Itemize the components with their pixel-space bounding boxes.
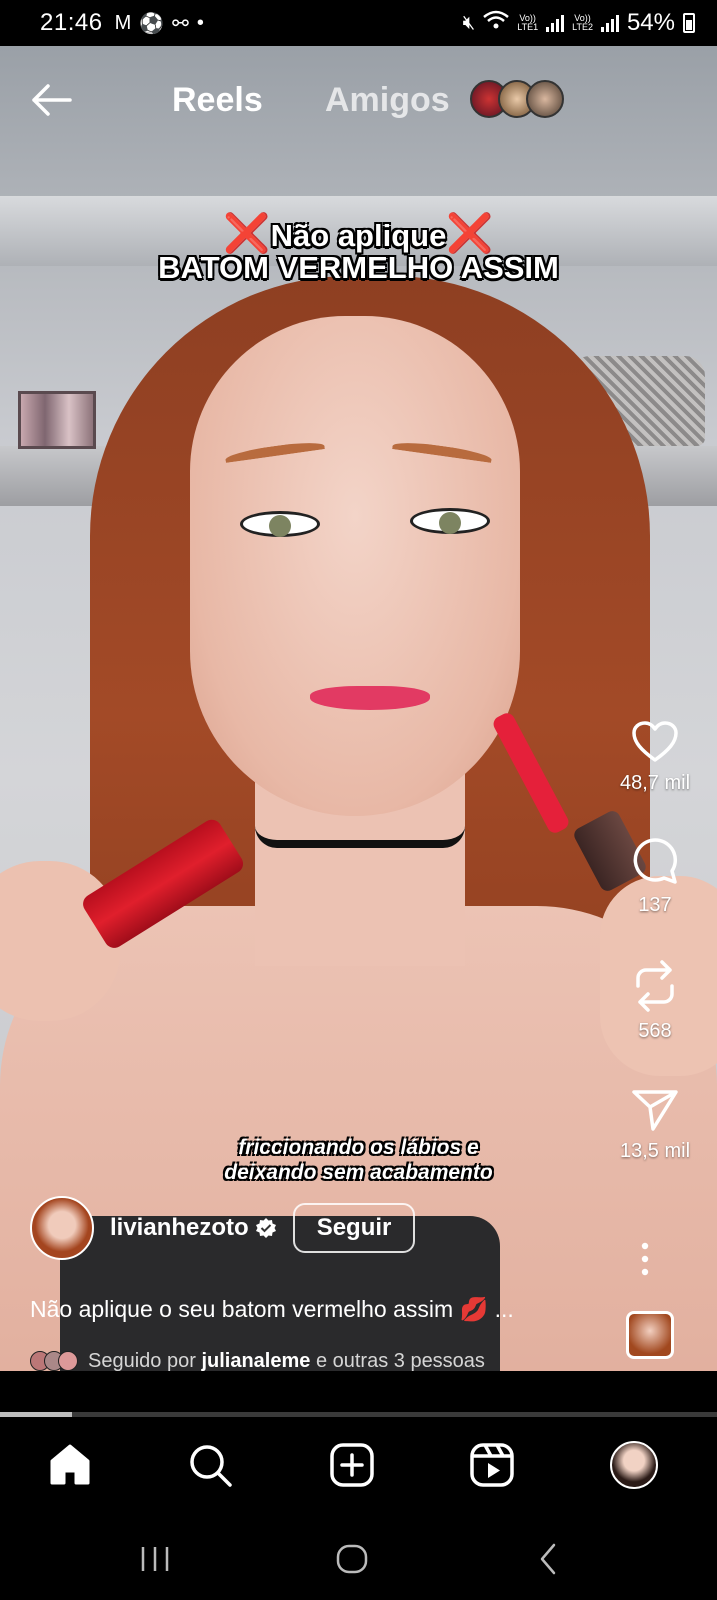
wifi-icon bbox=[483, 10, 510, 36]
cross-mark-icon: ❌ bbox=[446, 213, 494, 255]
nav-reels[interactable] bbox=[468, 1441, 516, 1489]
verified-badge-icon bbox=[255, 1218, 276, 1238]
system-icons: 🔇︎ Vo)) LTE1 Vo)) LTE2 54% bbox=[463, 9, 695, 37]
more-options-button[interactable] bbox=[640, 1242, 650, 1276]
followed-by[interactable]: Seguido por julianaleme e outras 3 pesso… bbox=[30, 1348, 485, 1374]
system-navigation-bar bbox=[0, 1517, 717, 1600]
repost-button[interactable]: 568 bbox=[605, 960, 705, 1043]
cross-mark-icon: ❌ bbox=[223, 213, 271, 255]
nav-search[interactable] bbox=[186, 1441, 234, 1489]
eyeshadow-palette bbox=[18, 391, 96, 449]
voicemail-icon: ⚯ bbox=[172, 12, 189, 35]
notification-icons: M ⚽ ⚯ • bbox=[115, 11, 204, 36]
status-bar: 21:46 M ⚽ ⚯ • 🔇︎ Vo)) LTE1 Vo)) LTE2 54% bbox=[0, 0, 717, 46]
repost-count: 568 bbox=[638, 1020, 672, 1042]
more-vertical-icon bbox=[641, 1242, 649, 1276]
reels-header: Reels Amigos bbox=[0, 80, 717, 120]
clock: 21:46 bbox=[40, 9, 103, 36]
signal-1-icon bbox=[546, 14, 565, 32]
gmail-icon: M bbox=[114, 11, 132, 34]
heart-icon bbox=[632, 721, 678, 762]
friend-avatar bbox=[526, 80, 564, 118]
followed-by-text: Seguido por julianaleme e outras 3 pesso… bbox=[88, 1349, 485, 1372]
battery-percent: 54% bbox=[626, 9, 675, 36]
dot-icon: • bbox=[196, 11, 204, 34]
author-username[interactable]: livianhezoto bbox=[110, 1214, 249, 1242]
recent-apps-button[interactable] bbox=[138, 1539, 172, 1579]
comment-icon bbox=[633, 838, 678, 884]
chevron-left-icon bbox=[540, 1543, 556, 1575]
video-headline-line2: BATOM VERMELHO ASSIM bbox=[158, 250, 559, 285]
sim2-label: Vo)) LTE2 bbox=[572, 13, 593, 32]
nav-home[interactable] bbox=[46, 1441, 94, 1489]
share-count: 13,5 mil bbox=[619, 1140, 691, 1162]
follow-button[interactable]: Seguir bbox=[292, 1203, 416, 1253]
follower-avatar bbox=[58, 1351, 78, 1371]
search-icon bbox=[190, 1445, 232, 1487]
choker bbox=[255, 826, 465, 848]
bottom-nav bbox=[0, 1417, 717, 1517]
send-icon bbox=[632, 1090, 678, 1131]
repost-icon bbox=[636, 960, 674, 1012]
tab-reels[interactable]: Reels bbox=[172, 80, 263, 120]
nav-profile-avatar[interactable] bbox=[610, 1441, 658, 1489]
tab-amigos[interactable]: Amigos bbox=[325, 80, 450, 120]
like-button[interactable]: 48,7 mil bbox=[605, 720, 705, 795]
eye bbox=[410, 508, 490, 534]
sim1-label: Vo)) LTE1 bbox=[517, 13, 539, 32]
comment-count: 137 bbox=[638, 894, 672, 916]
home-system-button[interactable] bbox=[334, 1539, 370, 1579]
signal-2-icon bbox=[600, 14, 619, 32]
plus-square-icon bbox=[330, 1443, 374, 1487]
audio-thumbnail[interactable] bbox=[626, 1311, 674, 1359]
eye bbox=[240, 511, 320, 537]
post-caption[interactable]: Não aplique o seu batom vermelho assim 💋… bbox=[30, 1296, 514, 1323]
lips bbox=[310, 686, 430, 710]
like-count: 48,7 mil bbox=[619, 772, 691, 794]
battery-icon bbox=[683, 13, 695, 33]
home-icon bbox=[50, 1444, 90, 1485]
soccer-ball-icon: ⚽ bbox=[139, 12, 165, 35]
author-avatar[interactable] bbox=[30, 1196, 94, 1260]
friends-avatars[interactable] bbox=[470, 80, 564, 120]
nav-create[interactable] bbox=[328, 1441, 376, 1489]
reels-icon bbox=[470, 1443, 514, 1487]
mute-icon: 🔇︎ bbox=[462, 11, 476, 34]
share-button[interactable]: 13,5 mil bbox=[605, 1088, 705, 1163]
back-system-button[interactable] bbox=[534, 1539, 564, 1579]
author-row: livianhezoto Seguir bbox=[30, 1196, 416, 1260]
video-subtitle-line2: deixando sem acabamento bbox=[224, 1161, 493, 1184]
arrow-left-icon bbox=[32, 84, 72, 116]
face bbox=[190, 316, 520, 816]
back-button[interactable] bbox=[30, 80, 74, 120]
home-circle-icon bbox=[336, 1544, 368, 1574]
recent-apps-icon bbox=[141, 1547, 169, 1571]
comment-button[interactable]: 137 bbox=[605, 838, 705, 917]
